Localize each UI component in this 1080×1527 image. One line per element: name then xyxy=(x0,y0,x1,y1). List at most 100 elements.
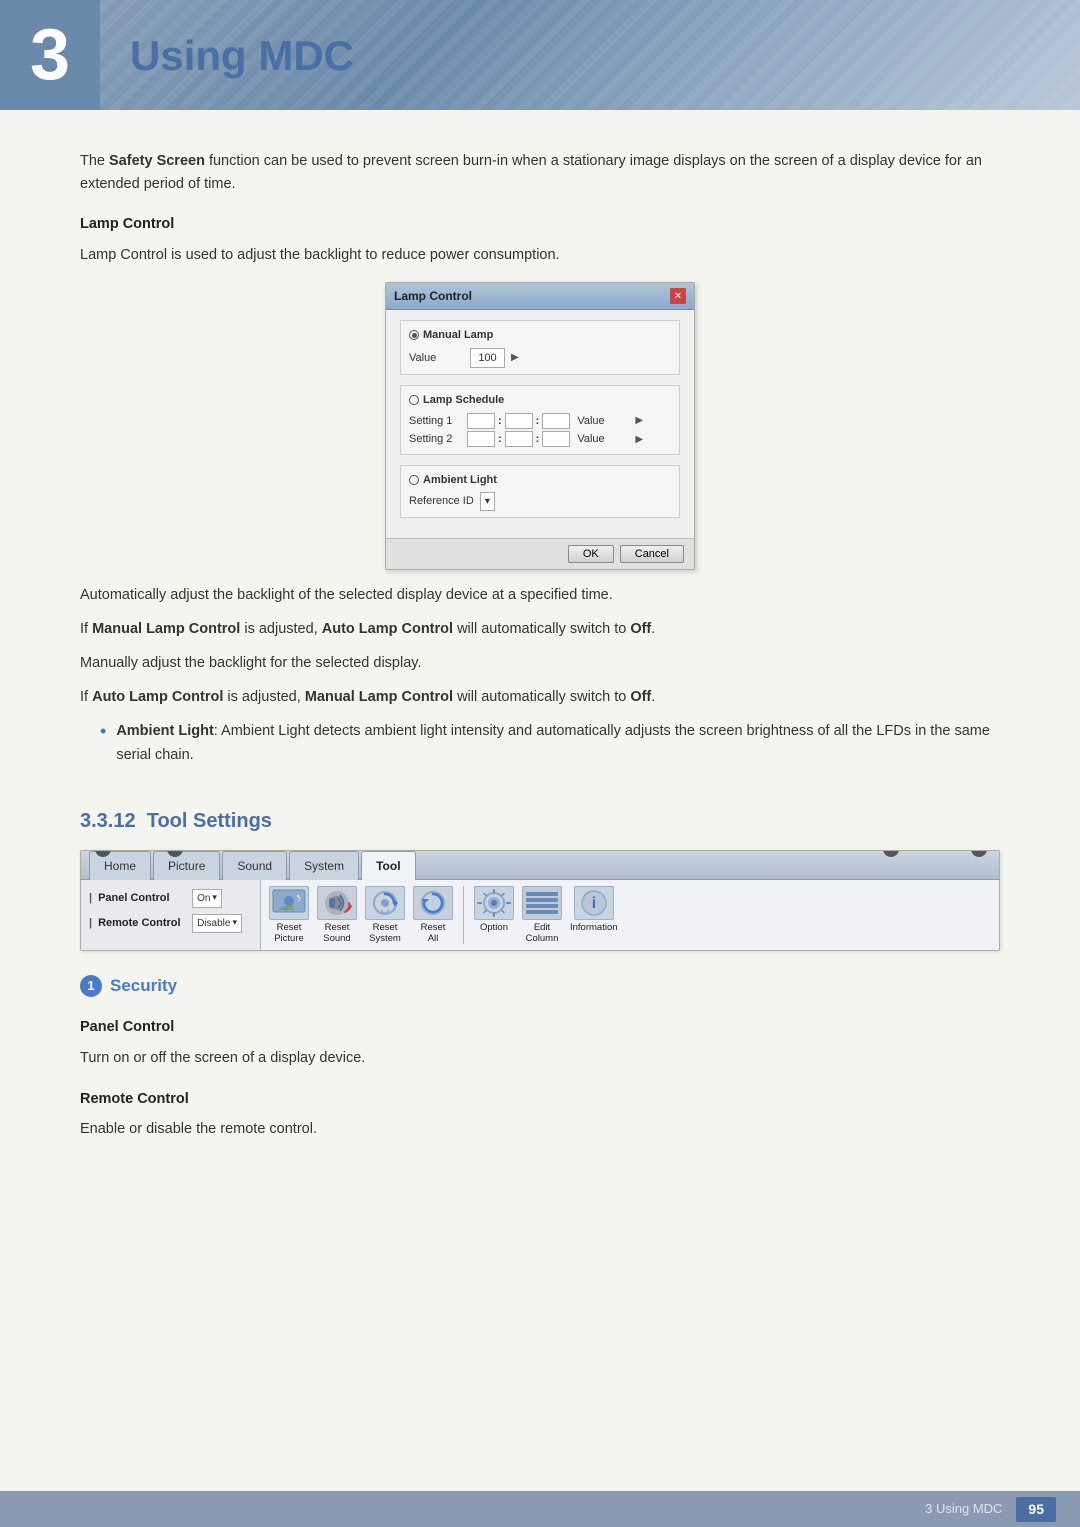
reset-picture-icon-item[interactable]: ResetPicture xyxy=(269,886,309,945)
reset-picture-svg xyxy=(271,888,307,918)
setting1-value-label: Value xyxy=(577,413,632,430)
setting1-hour[interactable] xyxy=(467,413,495,429)
setting2-arrow[interactable]: ▶ xyxy=(635,432,643,447)
reset-all-icon-item[interactable]: ResetAll xyxy=(413,886,453,945)
chapter-title: Using MDC xyxy=(100,24,354,87)
lamp-schedule-section: Lamp Schedule Setting 1 : : Value ▶ xyxy=(400,385,680,455)
lamp-control-desc: Lamp Control is used to adjust the backl… xyxy=(80,244,1000,268)
tool-icons-row: ResetPicture xyxy=(269,886,991,945)
lamp-schedule-radio[interactable]: Lamp Schedule xyxy=(409,392,671,409)
edit-bar-2 xyxy=(526,898,558,902)
footer-chapter-text: 3 Using MDC xyxy=(925,1499,1002,1519)
information-icon: i xyxy=(574,886,614,920)
section-3312-title: 3.3.12 Tool Settings xyxy=(80,806,1000,836)
setting2-hour[interactable] xyxy=(467,431,495,447)
para-2: If Manual Lamp Control is adjusted, Auto… xyxy=(80,618,1000,642)
badge-3: 3 xyxy=(883,850,899,857)
radio-selected-icon xyxy=(409,330,419,340)
security-badge: 1 xyxy=(80,975,102,997)
reset-all-label: ResetAll xyxy=(421,922,446,945)
para-1: Automatically adjust the backlight of th… xyxy=(80,584,1000,608)
manual-lamp-label: Manual Lamp xyxy=(423,327,493,344)
value-row: Value 100 ▶ xyxy=(409,348,671,369)
page-footer: 3 Using MDC 95 xyxy=(0,1491,1080,1527)
para-3: Manually adjust the backlight for the se… xyxy=(80,652,1000,676)
remote-control-label: Remote Control xyxy=(98,915,188,932)
chapter-header: 3 Using MDC xyxy=(0,0,1080,110)
panel-control-row: | Panel Control On ▾ xyxy=(81,886,260,911)
setting1-label: Setting 1 xyxy=(409,413,464,430)
tool-right-panel: ResetPicture xyxy=(261,880,999,951)
security-heading: 1 Security xyxy=(80,973,1000,999)
lamp-schedule-label: Lamp Schedule xyxy=(423,392,504,409)
para-4: If Auto Lamp Control is adjusted, Manual… xyxy=(80,686,1000,710)
manual-lamp-section: Manual Lamp Value 100 ▶ xyxy=(400,320,680,375)
information-label: Information xyxy=(570,922,618,933)
lamp-control-heading: Lamp Control xyxy=(80,214,1000,236)
edit-bar-1 xyxy=(526,892,558,896)
setting1-arrow[interactable]: ▶ xyxy=(635,413,643,428)
radio-ambient-icon xyxy=(409,475,419,485)
security-title: Security xyxy=(110,973,177,999)
panel-control-label: Panel Control xyxy=(98,890,188,907)
ambient-light-radio[interactable]: Ambient Light xyxy=(409,472,671,489)
panel-control-dropdown[interactable]: On ▾ xyxy=(192,889,222,908)
setting2-row: Setting 2 : : Value ▶ xyxy=(409,431,671,448)
dialog-close-button[interactable]: ✕ xyxy=(670,288,686,304)
lamp-control-dialog-container: Lamp Control ✕ Manual Lamp Value 100 ▶ xyxy=(80,282,1000,570)
panel-control-text: Turn on or off the screen of a display d… xyxy=(80,1047,1000,1071)
edit-column-icon-item[interactable]: EditColumn xyxy=(522,886,562,945)
setting2-min[interactable] xyxy=(505,431,533,447)
value-arrow[interactable]: ▶ xyxy=(511,350,519,365)
panel-control-subheading: Panel Control xyxy=(80,1017,1000,1039)
reset-system-icon-item[interactable]: ResetSystem xyxy=(365,886,405,945)
reset-picture-label: ResetPicture xyxy=(274,922,304,945)
dialog-titlebar: Lamp Control ✕ xyxy=(386,283,694,310)
edit-column-label: EditColumn xyxy=(526,922,559,945)
tab-system[interactable]: System xyxy=(289,851,359,880)
remote-control-dropdown[interactable]: Disable ▾ xyxy=(192,914,242,933)
setting1-min[interactable] xyxy=(505,413,533,429)
tool-interface-body: | Panel Control On ▾ | Remote Control Di… xyxy=(81,880,999,951)
ambient-light-bullet: • Ambient Light: Ambient Light detects a… xyxy=(100,720,1000,778)
edit-column-icon xyxy=(522,886,562,920)
reset-picture-icon xyxy=(269,886,309,920)
reset-sound-icon-item[interactable]: ResetSound xyxy=(317,886,357,945)
reset-sound-svg xyxy=(319,888,355,918)
reference-id-dropdown[interactable]: ▾ xyxy=(480,492,495,511)
reset-sound-icon xyxy=(317,886,357,920)
setting1-sec[interactable] xyxy=(542,413,570,429)
reset-all-svg xyxy=(415,888,451,918)
tool-settings-interface: 1 Home 2 Picture Sound System Tool 3 4 xyxy=(80,850,1000,952)
separator xyxy=(463,886,464,945)
setting2-sec[interactable] xyxy=(542,431,570,447)
setting1-row: Setting 1 : : Value ▶ xyxy=(409,413,671,430)
manual-lamp-radio[interactable]: Manual Lamp xyxy=(409,327,671,344)
ambient-light-label: Ambient Light xyxy=(423,472,497,489)
option-icon xyxy=(474,886,514,920)
ambient-light-bullet-text: Ambient Light: Ambient Light detects amb… xyxy=(116,720,1000,768)
option-icon-item[interactable]: Option xyxy=(474,886,514,933)
tab-picture[interactable]: Picture xyxy=(153,851,220,880)
reset-sound-label: ResetSound xyxy=(323,922,350,945)
reset-system-icon xyxy=(365,886,405,920)
intro-paragraph: The Safety Screen function can be used t… xyxy=(80,150,1000,196)
svg-text:i: i xyxy=(592,895,596,912)
tabs-row-wrapper: 1 Home 2 Picture Sound System Tool 3 4 xyxy=(81,851,999,880)
radio-unselected-icon xyxy=(409,395,419,405)
ok-button[interactable]: OK xyxy=(568,545,614,563)
dialog-title: Lamp Control xyxy=(394,287,472,305)
tab-sound[interactable]: Sound xyxy=(222,851,287,880)
setting2-value-label: Value xyxy=(577,431,632,448)
information-icon-item[interactable]: i Information xyxy=(570,886,618,933)
tab-tool[interactable]: Tool xyxy=(361,851,415,880)
info-svg: i xyxy=(579,888,609,918)
reset-system-label: ResetSystem xyxy=(369,922,401,945)
lamp-control-dialog: Lamp Control ✕ Manual Lamp Value 100 ▶ xyxy=(385,282,695,570)
cancel-button[interactable]: Cancel xyxy=(620,545,684,563)
reset-system-svg xyxy=(367,888,403,918)
bullet-icon: • xyxy=(100,718,106,745)
option-label: Option xyxy=(480,922,508,933)
setting2-label: Setting 2 xyxy=(409,431,464,448)
value-label: Value xyxy=(409,350,464,367)
